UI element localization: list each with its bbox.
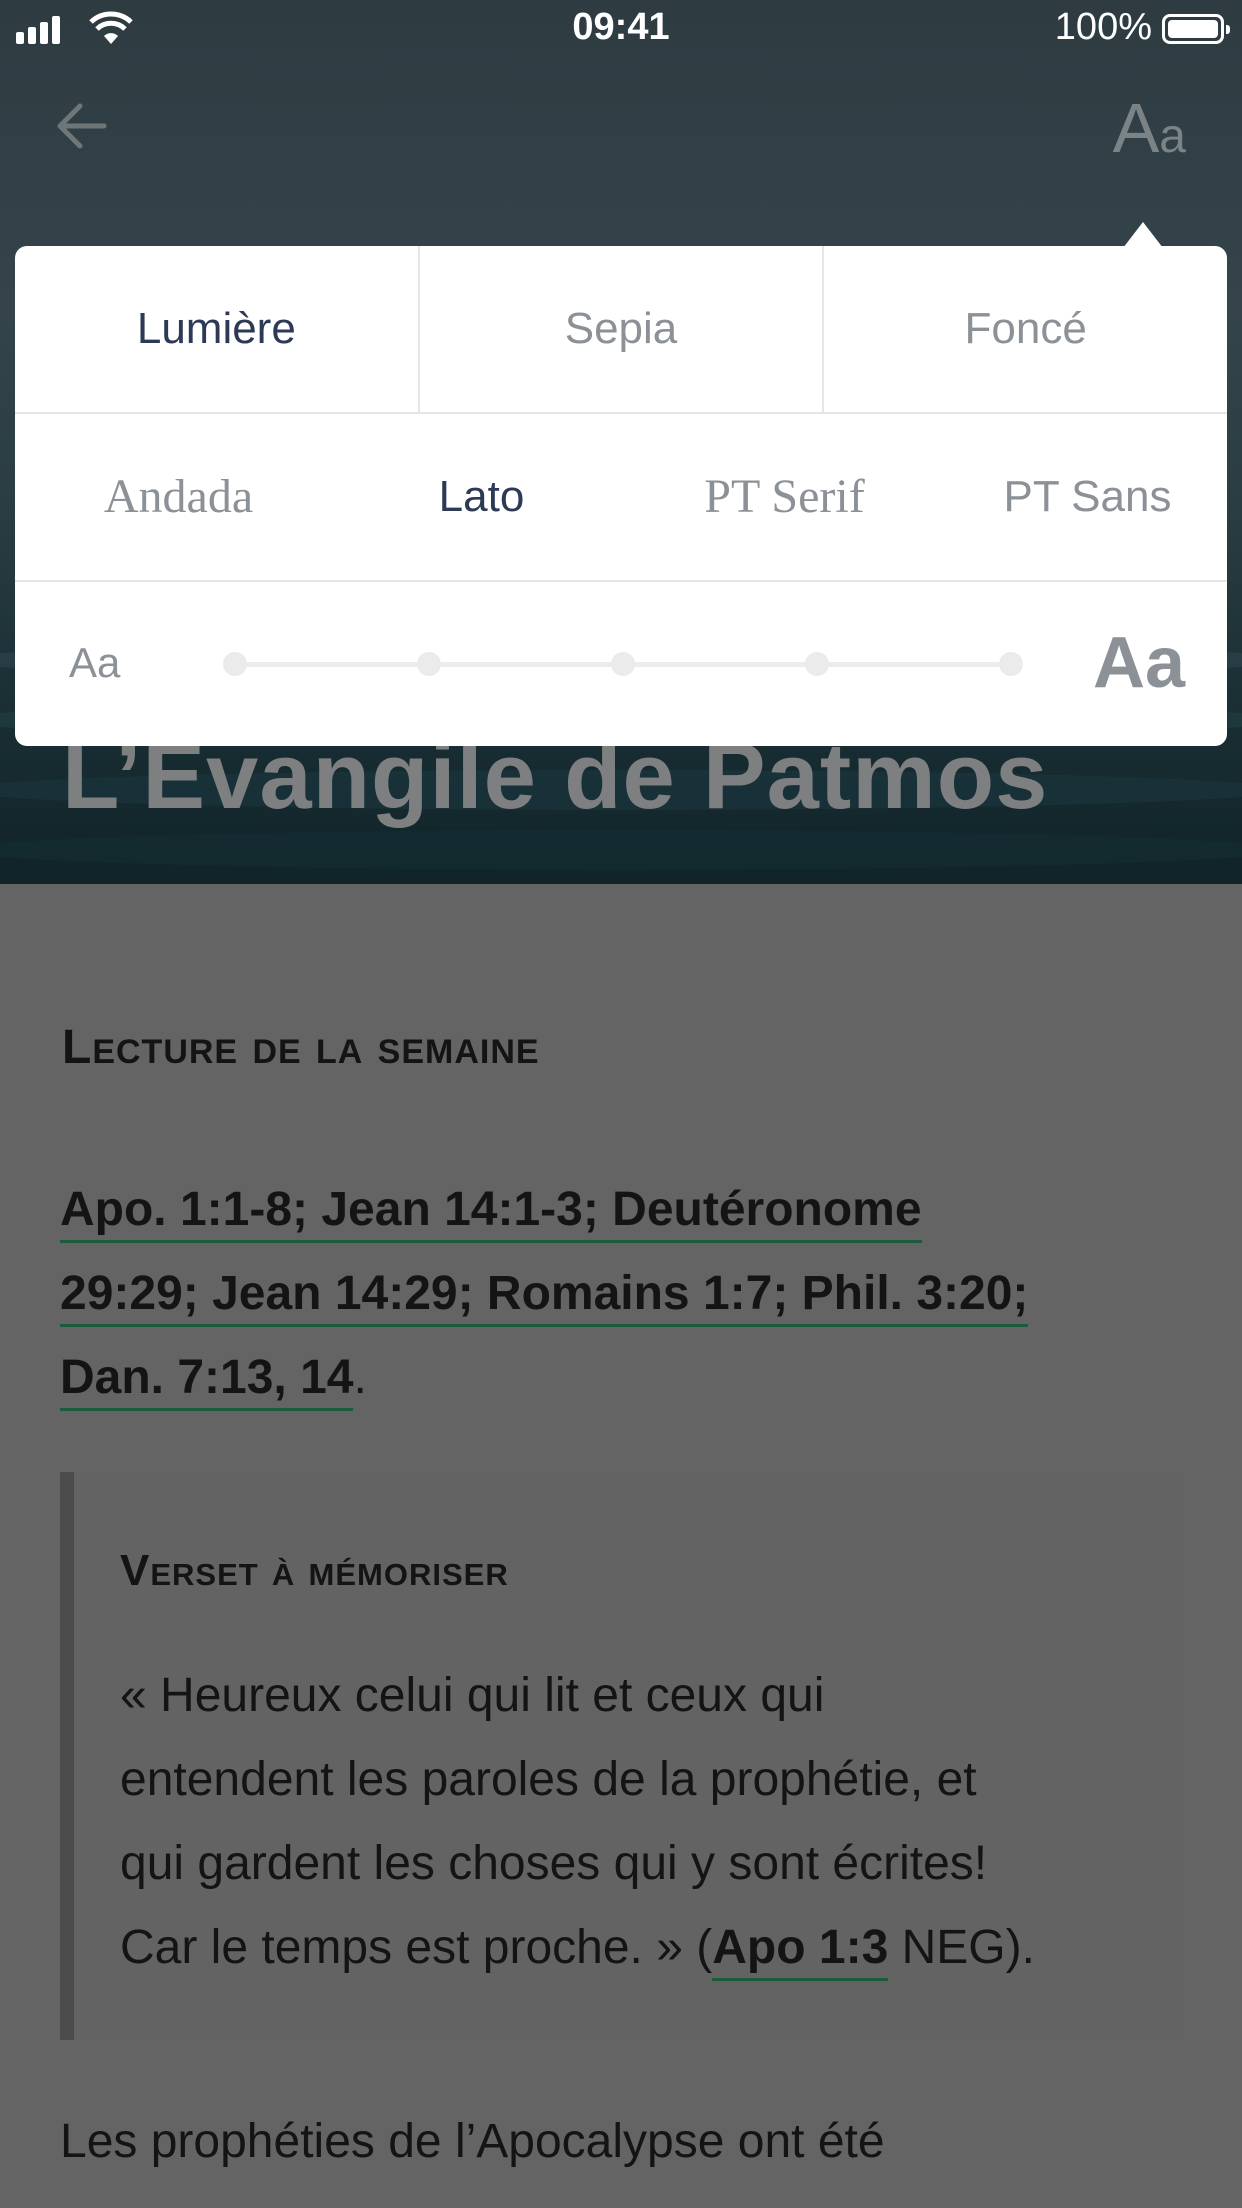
- memory-verse-text: « Heureux celui qui lit et ceux qui ente…: [120, 1654, 1160, 1990]
- font-size-step[interactable]: [805, 652, 829, 676]
- body-paragraph: Les prophéties de l’Apocalypse ont été: [60, 2115, 885, 2168]
- status-bar: 09:41 100%: [0, 0, 1242, 60]
- font-settings-button[interactable]: Aa: [1113, 88, 1186, 168]
- memory-verse-title: Verset à mémoriser: [120, 1546, 509, 1595]
- refs-period: .: [353, 1351, 367, 1404]
- back-arrow-icon[interactable]: [54, 98, 110, 154]
- section-title: Lecture de la semaine: [62, 1021, 540, 1074]
- theme-option-fonce[interactable]: Foncé: [822, 246, 1227, 412]
- verse-line: entendent les paroles de la prophétie, e…: [120, 1753, 977, 1806]
- theme-option-lumiere[interactable]: Lumière: [15, 246, 418, 412]
- wave-decoration: [0, 830, 1242, 870]
- font-size-step[interactable]: [417, 652, 441, 676]
- verse-line-end: NEG).: [888, 1921, 1035, 1974]
- reference-link[interactable]: Dan. 7:13, 14: [60, 1351, 354, 1411]
- reference-link[interactable]: 29:29; Jean 14:29; Romains 1:7; Phil. 3:…: [60, 1267, 1029, 1327]
- font-size-step[interactable]: [999, 652, 1023, 676]
- battery-percent: 100%: [1054, 6, 1152, 48]
- popover-caret: [1123, 222, 1163, 248]
- font-size-selector: Aa Aa: [15, 580, 1227, 746]
- font-selector: Andada Lato PT Serif PT Sans: [15, 414, 1227, 582]
- verse-reference-link[interactable]: Apo 1:3: [712, 1921, 889, 1981]
- font-size-large-label: Aa: [1092, 623, 1185, 703]
- font-size-small-label: Aa: [69, 639, 121, 686]
- font-size-step[interactable]: [223, 652, 247, 676]
- verse-line: qui gardent les choses qui y sont écrite…: [120, 1837, 988, 1890]
- font-button-small: a: [1159, 110, 1186, 163]
- font-button-big: A: [1112, 89, 1160, 167]
- font-option-pt-serif[interactable]: PT Serif: [633, 414, 936, 580]
- memory-verse-block: Verset à mémoriser « Heureux celui qui l…: [60, 1472, 1182, 2040]
- battery-icon: [1162, 14, 1230, 44]
- theme-selector: Lumière Sepia Foncé: [15, 246, 1227, 414]
- font-option-lato[interactable]: Lato: [330, 414, 633, 580]
- reading-settings-popover: Lumière Sepia Foncé Andada Lato PT Serif…: [15, 246, 1227, 746]
- theme-option-sepia[interactable]: Sepia: [417, 246, 823, 412]
- font-option-pt-sans[interactable]: PT Sans: [936, 414, 1239, 580]
- verse-line: « Heureux celui qui lit et ceux qui: [120, 1669, 825, 1722]
- font-size-step[interactable]: [611, 652, 635, 676]
- verse-line: Car le temps est proche. » (: [120, 1921, 713, 1974]
- reading-references: Apo. 1:1-8; Jean 14:1-3; Deutéronome 29:…: [60, 1168, 1200, 1420]
- font-option-andada[interactable]: Andada: [27, 414, 330, 580]
- reference-link[interactable]: Apo. 1:1-8; Jean 14:1-3; Deutéronome: [60, 1183, 922, 1243]
